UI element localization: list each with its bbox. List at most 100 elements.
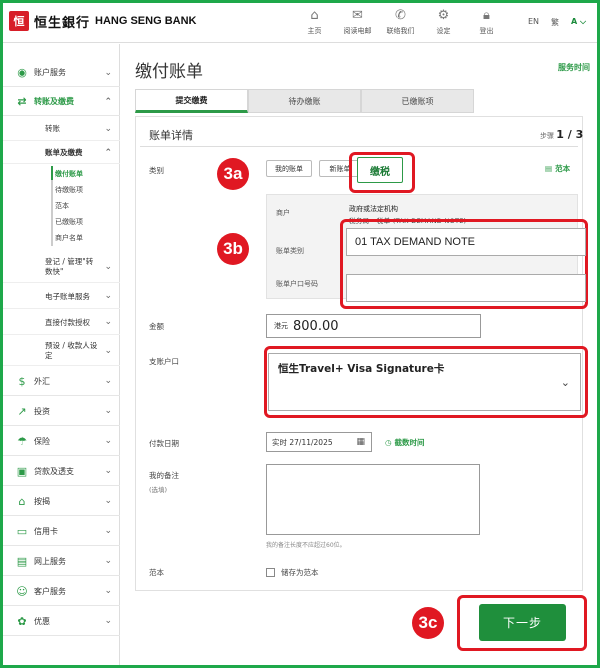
lang-en[interactable]: EN [528,17,539,28]
chevron-down-icon: ⌄ [104,466,112,476]
tab-submit[interactable]: 提交缴费 [135,89,248,113]
sidebar-item-invest[interactable]: ↗ 投资 ⌄ [3,397,120,426]
chevron-down-icon: ⌄ [104,345,112,356]
sidebar-item-label: 投资 [34,406,50,416]
document-icon: ▤ [545,164,553,173]
sidebar-item-label: 保险 [34,436,50,446]
date-input[interactable]: 实时 27/11/2025 ▦ [266,432,372,452]
sidebar-item-label: 优惠 [34,616,50,626]
merchant-label: 商户 [276,209,290,217]
chevron-down-icon: ⌄ [104,376,112,386]
save-template-checkbox[interactable] [266,568,275,577]
font-size-toggle[interactable]: A ⌵ [571,17,586,28]
chip-my-bills[interactable]: 我的账单 [266,160,312,177]
sidebar-item-transfer[interactable]: ⇄ 转账及缴费 ⌃ [3,88,120,116]
annotation-badge-3a: 3a [217,158,249,190]
chevron-down-icon: ⌄ [104,317,112,327]
sidebar-sub-billpay[interactable]: 账单及缴费 ⌃ [3,142,120,164]
sidebar-sub-preset[interactable]: 预设 / 收款人设定 ⌄ [3,336,120,366]
date-value: 实时 27/11/2025 [272,437,333,447]
remark-textarea[interactable] [266,464,480,535]
sidebar-item-label: 信用卡 [34,526,58,536]
remark-label: 我的备注 (选填) [149,470,179,494]
nav-logout[interactable]: 🔒︎ 登出 [465,8,508,36]
template-link[interactable]: ▤ 范本 [545,163,570,174]
sidebar-item-loan[interactable]: ▣ 贷款及透支 ⌄ [3,457,120,486]
chevron-down-icon: ⌄ [104,67,112,78]
sidebar: ◉ 账户服务 ⌄ ⇄ 转账及缴费 ⌃ 转账 ⌄ 账单及缴费 ⌃ 缴付账单 待缴账… [3,44,120,665]
chevron-up-icon: ⌃ [104,147,112,158]
loan-icon: ▣ [16,464,28,478]
remark-optional: (选填) [149,486,168,494]
merchant-value: 政府或法定机构 [349,205,398,213]
top-nav: ⌂ 主页 ✉ 阅读电邮 ✆ 联络我们 ⚙ 设定 🔒︎ 登出 [293,8,508,36]
transfer-icon: ⇄ [17,95,27,108]
leaf-pending[interactable]: 待缴账项 [55,185,83,195]
sidebar-sub-transfer[interactable]: 转账 ⌄ [3,117,120,141]
sidebar-item-customer-service[interactable]: ☺ 客户服务 ⌄ [3,577,120,606]
gift-icon: ✿ [17,614,27,628]
nav-contact[interactable]: ✆ 联络我们 [379,8,422,36]
cutoff-label: 截数时间 [394,438,425,447]
chevron-down-icon: ⌄ [104,616,112,626]
leaf-merchants[interactable]: 商户名单 [55,233,83,243]
nav-logout-label: 登出 [479,27,494,35]
top-header: 恒 恒生銀行 HANG SENG BANK ⌂ 主页 ✉ 阅读电邮 ✆ 联络我们… [3,3,597,43]
chevron-down-icon: ⌄ [104,526,112,536]
sidebar-item-offers[interactable]: ✿ 优惠 ⌄ [3,607,120,636]
lock-icon: 🔒︎ [483,8,490,23]
section-divider [140,146,578,147]
sidebar-sub-register[interactable]: 登记 / 管理"转数快" ⌄ [3,251,120,283]
amount-input[interactable]: 港元 800.00 [266,314,481,338]
sidebar-item-insurance[interactable]: ☂ 保险 ⌄ [3,427,120,456]
cutoff-time-link[interactable]: ◷ 截数时间 [385,437,425,448]
remark-label-text: 我的备注 [149,471,179,480]
sidebar-item-label: 贷款及透支 [34,466,74,476]
leaf-paid[interactable]: 已缴账项 [55,217,83,227]
tab-pending[interactable]: 待办缴账 [248,89,361,113]
sidebar-item-online[interactable]: ▤ 网上服务 ⌄ [3,547,120,576]
tab-bar: 提交缴费 待办缴账 已缴账项 [135,89,474,113]
sidebar-item-credit-card[interactable]: ▭ 信用卡 ⌄ [3,517,120,546]
logo-chinese-name: 恒生銀行 [34,15,91,31]
bill-type-select[interactable]: 01 TAX DEMAND NOTE [346,228,586,256]
tab-paid[interactable]: 已缴账项 [361,89,474,113]
sidebar-item-account[interactable]: ◉ 账户服务 ⌄ [3,59,120,87]
remark-hint: 我的备注长度不应超过60位。 [266,542,346,549]
sidebar-item-label: 客户服务 [34,586,66,596]
nav-home-label: 主页 [307,27,322,35]
nav-settings[interactable]: ⚙ 设定 [422,8,465,36]
invest-icon: ↗ [17,404,27,418]
nav-mail-label: 阅读电邮 [343,27,372,35]
sidebar-item-mortgage[interactable]: ⌂ 按揭 ⌄ [3,487,120,516]
phone-icon: ✆ [395,8,406,23]
chevron-down-icon: ⌄ [104,406,112,416]
home-icon: ⌂ [310,8,319,23]
bank-logo[interactable]: 恒 恒生銀行 HANG SENG BANK [9,11,196,31]
chevron-down-icon: ⌄ [104,261,112,272]
leaf-template[interactable]: 范本 [55,201,69,211]
logo-mark-icon: 恒 [9,11,29,31]
calendar-icon: ▦ [356,437,365,447]
sidebar-sub-direct-debit[interactable]: 直接付款授权 ⌄ [3,310,120,335]
lang-tc[interactable]: 繁 [551,17,559,28]
category-label: 类别 [149,166,164,175]
chip-tax[interactable]: 缴税 [357,157,403,183]
service-time-link[interactable]: 服务时间 [558,62,590,73]
chevron-down-icon: ⌄ [104,586,112,596]
account-icon: ◉ [17,66,27,79]
bill-account-input[interactable] [346,274,586,302]
nav-home[interactable]: ⌂ 主页 [293,8,336,36]
nav-mail[interactable]: ✉ 阅读电邮 [336,8,379,36]
pay-account-label: 支账户口 [149,357,179,366]
sidebar-item-label: 账户服务 [34,68,66,77]
leaf-track-active [51,166,53,180]
sidebar-item-fx[interactable]: $ 外汇 ⌄ [3,367,120,396]
sidebar-item-label: 网上服务 [34,556,66,566]
leaf-pay-bill[interactable]: 缴付账单 [55,169,83,179]
chevron-down-icon: ⌄ [104,291,112,301]
bill-account-label: 账单户口号码 [276,280,318,288]
chevron-up-icon: ⌃ [104,96,112,107]
sidebar-sub-ebill[interactable]: 电子账单服务 ⌄ [3,284,120,309]
chevron-down-icon: ⌄ [104,556,112,566]
